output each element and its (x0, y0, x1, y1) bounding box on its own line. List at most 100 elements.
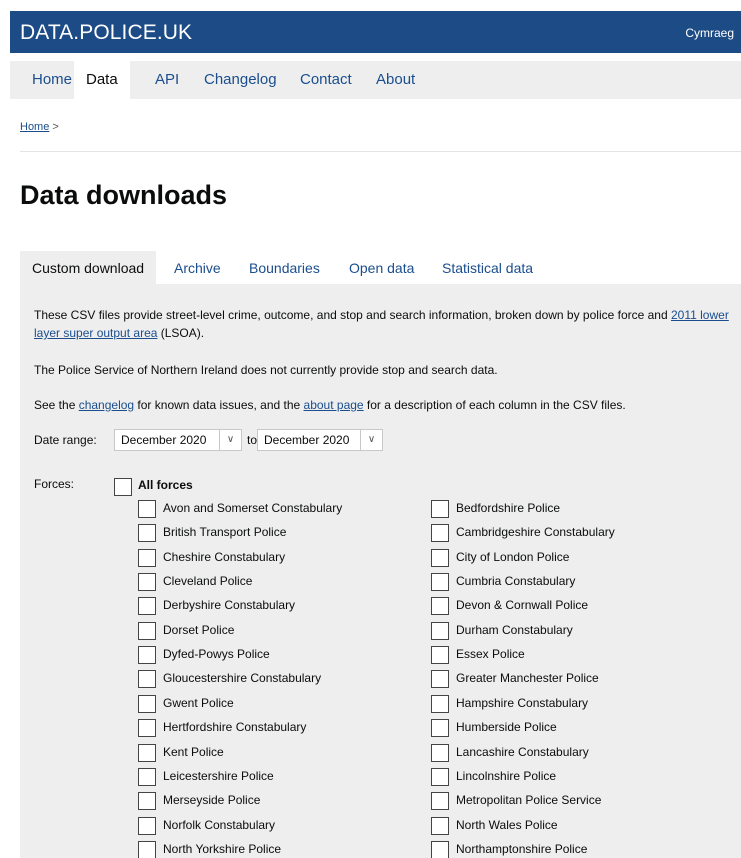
all-forces-checkbox[interactable] (114, 478, 132, 496)
force-checkbox[interactable] (431, 646, 449, 664)
date-to-word: to (247, 433, 258, 447)
force-checkbox[interactable] (138, 500, 156, 518)
intro-suffix: (LSOA). (157, 326, 205, 340)
force-label: Merseyside Police (163, 793, 261, 807)
chevron-down-icon: ∨ (360, 430, 382, 450)
force-label: Hertfordshire Constabulary (163, 720, 307, 734)
force-label: Cumbria Constabulary (456, 574, 576, 588)
force-checkbox[interactable] (431, 841, 449, 858)
page-title: Data downloads (20, 180, 228, 210)
custom-download-panel: These CSV files provide street-level cri… (20, 284, 741, 858)
main-nav: Home Data API Changelog Contact About (10, 61, 741, 99)
force-label: Kent Police (163, 745, 224, 759)
see-suffix: for a description of each column in the … (363, 398, 626, 412)
force-checkbox[interactable] (138, 792, 156, 810)
see-middle: for known data issues, and the (134, 398, 304, 412)
force-label: Northamptonshire Police (456, 842, 588, 856)
psni-note: The Police Service of Northern Ireland d… (34, 363, 498, 377)
force-checkbox[interactable] (431, 622, 449, 640)
nav-data[interactable]: Data (74, 61, 130, 99)
force-label: Cambridgeshire Constabulary (456, 525, 615, 539)
nav-changelog[interactable]: Changelog (192, 61, 289, 99)
breadcrumb-separator: > (52, 121, 59, 133)
date-to-value: December 2020 (264, 433, 350, 447)
breadcrumb-home-link[interactable]: Home (20, 121, 49, 133)
force-label: Dyfed-Powys Police (163, 647, 270, 661)
language-toggle-link[interactable]: Cymraeg (685, 26, 734, 40)
changelog-link[interactable]: changelog (79, 398, 134, 412)
force-label: Lincolnshire Police (456, 769, 557, 783)
date-from-value: December 2020 (121, 433, 207, 447)
force-checkbox[interactable] (138, 695, 156, 713)
tab-statistical-data[interactable]: Statistical data (430, 251, 545, 284)
force-checkbox[interactable] (431, 670, 449, 688)
force-checkbox[interactable] (138, 622, 156, 640)
force-label: Norfolk Constabulary (163, 818, 276, 832)
tab-custom-download[interactable]: Custom download (20, 251, 157, 284)
site-header: DATA.POLICE.UK Cymraeg (10, 11, 741, 53)
see-prefix: See the (34, 398, 79, 412)
force-label: Gwent Police (163, 696, 234, 710)
force-checkbox[interactable] (431, 719, 449, 737)
force-label: Dorset Police (163, 623, 235, 637)
force-checkbox[interactable] (138, 524, 156, 542)
force-label: Bedfordshire Police (456, 501, 561, 515)
force-label: North Yorkshire Police (163, 842, 282, 856)
force-label: Essex Police (456, 647, 525, 661)
force-checkbox[interactable] (138, 597, 156, 615)
nav-api[interactable]: API (143, 61, 191, 99)
force-checkbox[interactable] (431, 695, 449, 713)
see-docs-text: See the changelog for known data issues,… (34, 396, 626, 414)
force-checkbox[interactable] (138, 744, 156, 762)
force-checkbox[interactable] (138, 817, 156, 835)
force-checkbox[interactable] (431, 768, 449, 786)
force-checkbox[interactable] (431, 524, 449, 542)
divider (20, 151, 741, 152)
force-label: North Wales Police (456, 818, 558, 832)
force-label: Humberside Police (456, 720, 557, 734)
about-page-link[interactable]: about page (304, 398, 364, 412)
force-checkbox[interactable] (431, 573, 449, 591)
force-label: Leicestershire Police (163, 769, 274, 783)
breadcrumb: Home > (20, 121, 59, 133)
forces-label: Forces: (34, 477, 75, 491)
force-checkbox[interactable] (138, 549, 156, 567)
tab-archive[interactable]: Archive (162, 251, 233, 284)
force-checkbox[interactable] (138, 768, 156, 786)
force-label: Lancashire Constabulary (456, 745, 589, 759)
force-checkbox[interactable] (431, 500, 449, 518)
tab-boundaries[interactable]: Boundaries (237, 251, 332, 284)
force-label: Cheshire Constabulary (163, 550, 286, 564)
force-checkbox[interactable] (138, 841, 156, 858)
force-label: British Transport Police (163, 525, 287, 539)
force-label: Metropolitan Police Service (456, 793, 602, 807)
force-checkbox[interactable] (138, 719, 156, 737)
force-label: Avon and Somerset Constabulary (163, 501, 343, 515)
force-checkbox[interactable] (431, 744, 449, 762)
force-label: Cleveland Police (163, 574, 253, 588)
force-label: Gloucestershire Constabulary (163, 671, 322, 685)
date-range-label: Date range: (34, 433, 97, 447)
intro-text: These CSV files provide street-level cri… (34, 306, 730, 342)
force-label: Devon & Cornwall Police (456, 598, 589, 612)
force-checkbox[interactable] (138, 646, 156, 664)
chevron-down-icon: ∨ (219, 430, 241, 450)
force-checkbox[interactable] (431, 817, 449, 835)
force-label: City of London Police (456, 550, 570, 564)
site-logo[interactable]: DATA.POLICE.UK (20, 21, 192, 45)
force-checkbox[interactable] (138, 573, 156, 591)
force-checkbox[interactable] (431, 792, 449, 810)
force-label: Greater Manchester Police (456, 671, 599, 685)
date-to-select[interactable]: December 2020 ∨ (257, 429, 383, 451)
nav-about[interactable]: About (364, 61, 427, 99)
date-from-select[interactable]: December 2020 ∨ (114, 429, 242, 451)
force-checkbox[interactable] (138, 670, 156, 688)
tab-open-data[interactable]: Open data (337, 251, 426, 284)
force-checkbox[interactable] (431, 549, 449, 567)
data-tabs: Custom download Archive Boundaries Open … (20, 251, 741, 284)
force-checkbox[interactable] (431, 597, 449, 615)
all-forces-label: All forces (138, 478, 193, 492)
force-label: Durham Constabulary (456, 623, 573, 637)
nav-contact[interactable]: Contact (288, 61, 364, 99)
force-label: Derbyshire Constabulary (163, 598, 296, 612)
